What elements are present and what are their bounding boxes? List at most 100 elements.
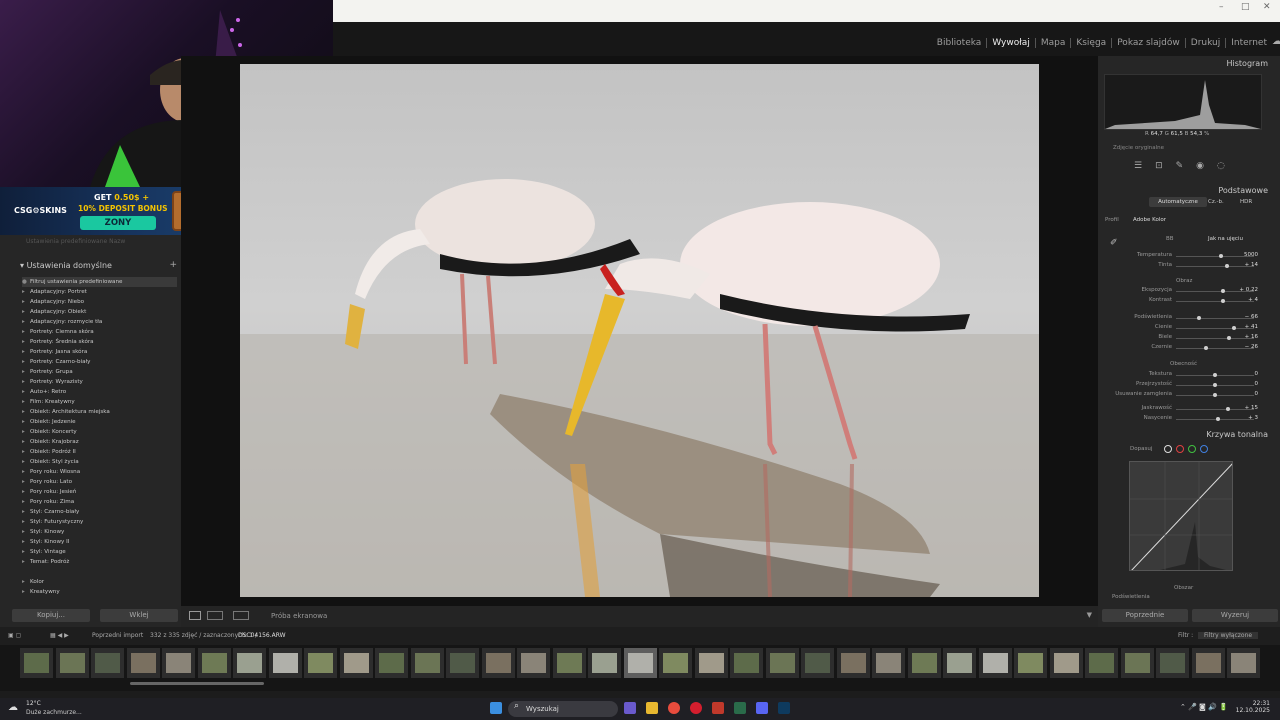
histogram[interactable]: R 64,7 G 61,5 B 54,3 % Zdjęcie oryginaln… (1104, 74, 1262, 151)
compare-view-icon[interactable] (207, 611, 223, 620)
paste-button[interactable]: Wklej (100, 609, 178, 622)
module-web[interactable]: Internet (1225, 38, 1272, 48)
filmstrip-thumb[interactable] (588, 648, 621, 678)
add-preset-icon[interactable]: + (169, 260, 177, 270)
soft-proof-label[interactable]: Próba ekranowa (271, 612, 327, 620)
filmstrip-thumb[interactable] (20, 648, 53, 678)
filter-presets-item[interactable]: ● Filtruj ustawienia predefiniowane (22, 277, 177, 287)
close-button[interactable]: ✕ (1263, 2, 1271, 12)
preset-item[interactable]: ▸ Auto+: Retro (22, 387, 177, 397)
filmstrip-thumb[interactable] (694, 648, 728, 678)
slider-value[interactable]: + 15 (1236, 405, 1258, 411)
preset-item[interactable]: ▸ Styl: Kinowy II (22, 537, 177, 547)
taskbar-search[interactable]: Wyszukaj (508, 701, 618, 717)
histogram-title[interactable]: Histogram (1227, 59, 1269, 68)
toolbar-menu-icon[interactable]: ▼ (1087, 611, 1092, 619)
preset-item[interactable]: ▸ Obiekt: Architektura miejska (22, 407, 177, 417)
tone-curve-graph[interactable] (1129, 461, 1233, 571)
slider-knob[interactable] (1197, 316, 1202, 320)
slider-value[interactable]: + 4 (1236, 297, 1258, 303)
loupe-view-icon[interactable] (189, 611, 201, 620)
filmstrip-thumb[interactable] (55, 648, 89, 678)
slider-knob[interactable] (1220, 289, 1225, 293)
bw-button[interactable]: Cz.-b. (1208, 199, 1224, 205)
discord-icon[interactable] (756, 702, 768, 714)
lightroom-icon[interactable] (778, 702, 790, 714)
reset-button[interactable]: Wyzeruj (1192, 609, 1278, 622)
preset-item[interactable]: ▸ Portrety: Ciemna skóra (22, 327, 177, 337)
filmstrip-thumb[interactable] (1227, 648, 1260, 678)
filmstrip-thumb[interactable] (375, 648, 408, 678)
slider-knob[interactable] (1227, 336, 1232, 340)
filmstrip-thumb[interactable] (1014, 648, 1047, 678)
slider-value[interactable]: − 66 (1236, 314, 1258, 320)
slider-value[interactable]: 0 (1236, 391, 1259, 397)
presets-header[interactable]: ▾ Ustawienia domyślne (20, 261, 112, 270)
filmstrip-thumb[interactable] (517, 648, 550, 678)
minimize-button[interactable]: – (1219, 2, 1224, 12)
tray-icons[interactable]: ⌃ 🎤 ◙ 🔊 🔋 (1180, 703, 1228, 711)
filmstrip-thumb[interactable] (836, 648, 870, 678)
curve-white-channel[interactable] (1164, 445, 1172, 453)
slider-knob[interactable] (1226, 407, 1231, 411)
slider-value[interactable]: 0 (1236, 371, 1259, 377)
filmstrip-thumb[interactable] (872, 648, 905, 678)
preset-item[interactable]: ▸ Obiekt: Styl życia (22, 457, 177, 467)
original-photo-toggle[interactable]: Zdjęcie oryginalne (1113, 145, 1164, 151)
preset-item[interactable] (22, 567, 177, 577)
filmstrip-thumb[interactable] (943, 648, 976, 678)
preset-item[interactable]: ▸ Styl: Kinowy (22, 527, 177, 537)
tone-curve-title[interactable]: Krzywa tonalna (1206, 430, 1268, 439)
slider-knob[interactable] (1213, 393, 1217, 397)
curve-green-channel[interactable] (1188, 445, 1196, 453)
filmstrip-thumb[interactable] (1120, 648, 1154, 678)
filmstrip-thumb[interactable] (1191, 648, 1225, 678)
slider-knob[interactable] (1203, 346, 1208, 350)
slider-value[interactable]: + 3 (1236, 415, 1258, 421)
preset-item[interactable]: ▸ Adaptacyjny: Portret (22, 287, 177, 297)
eyedropper-icon[interactable]: ✐ (1110, 238, 1118, 248)
slider-value[interactable]: − 26 (1236, 344, 1258, 350)
filmstrip-thumb[interactable] (339, 648, 373, 678)
curve-blue-channel[interactable] (1200, 445, 1208, 453)
app-icon-2[interactable] (712, 702, 724, 714)
slider-knob[interactable] (1213, 383, 1217, 387)
preset-item[interactable]: ▸ Temat: Podróż (22, 557, 177, 567)
crop-icon[interactable]: ⊡ (1155, 161, 1163, 171)
module-library[interactable]: Biblioteka (932, 38, 987, 48)
filmstrip-thumb[interactable] (91, 648, 124, 678)
filmstrip-thumb[interactable] (446, 648, 479, 678)
weather-temp[interactable]: 12°C (26, 700, 41, 707)
preset-item[interactable]: ▸ Pory roku: Lato (22, 477, 177, 487)
preset-item[interactable]: ▸ Portrety: Jasna skóra (22, 347, 177, 357)
filmstrip-thumb[interactable] (481, 648, 515, 678)
module-map[interactable]: Mapa (1034, 38, 1071, 48)
preset-item[interactable]: ▸ Pory roku: Jesień (22, 487, 177, 497)
slider-value[interactable]: + 0,22 (1236, 287, 1258, 293)
preset-item[interactable]: ▸ Kolor (22, 577, 177, 587)
preset-item[interactable]: ▸ Kreatywny (22, 587, 177, 597)
module-book[interactable]: Księga (1070, 38, 1111, 48)
filmstrip-thumb[interactable] (1085, 648, 1118, 678)
maximize-button[interactable]: □ (1241, 2, 1250, 12)
prev-import-label[interactable]: Poprzedni import (92, 632, 143, 639)
preset-item[interactable]: ▸ Styl: Futurystyczny (22, 517, 177, 527)
weather-desc[interactable]: Duże zachmurze... (26, 709, 82, 716)
preset-item[interactable]: ▸ Adaptacyjny: Niebo (22, 297, 177, 307)
slider-knob[interactable] (1220, 299, 1225, 303)
filmstrip-thumb[interactable] (162, 648, 195, 678)
opera-icon[interactable] (690, 702, 702, 714)
filmstrip-thumb[interactable] (659, 648, 692, 678)
before-after-icon[interactable] (233, 611, 249, 620)
filmstrip-thumb[interactable] (978, 648, 1012, 678)
app-icon-1[interactable] (624, 702, 636, 714)
preset-item[interactable]: ▸ Portrety: Średnia skóra (22, 337, 177, 347)
curve-red-channel[interactable] (1176, 445, 1184, 453)
filmstrip-thumb-selected[interactable] (623, 648, 657, 678)
filmstrip-thumb[interactable] (801, 648, 834, 678)
clock[interactable]: 22:31 12.10.2025 (1236, 700, 1270, 714)
filmstrip-thumb[interactable] (304, 648, 337, 678)
filmstrip-thumb[interactable] (1156, 648, 1189, 678)
app-icon-3[interactable] (734, 702, 746, 714)
preset-item[interactable]: ▸ Film: Kreatywny (22, 397, 177, 407)
